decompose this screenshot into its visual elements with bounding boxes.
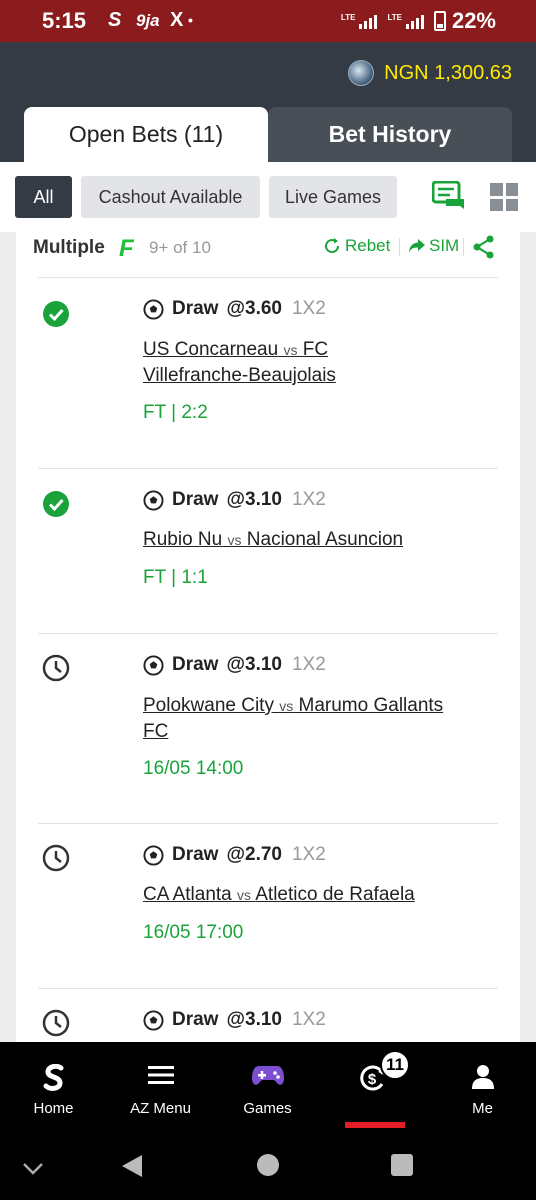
match-kickoff: 16/05 17:00 [143,922,244,943]
forward-arrow-icon [409,239,425,253]
away-team: Marumo Gallants [298,695,444,716]
bet-tabs: Open Bets (11) Bet History [24,107,512,162]
home-team: Polokwane City [143,695,274,716]
check-circle-icon [43,301,69,327]
football-icon [143,844,164,866]
market-label: 1X2 [291,1009,326,1030]
match-teams[interactable]: CA Atlanta vs Atletico de Rafaela [143,882,493,908]
filter-all[interactable]: All [15,176,72,218]
nav-az-menu-label: AZ Menu [130,1100,191,1117]
status-bar: 5:15 S 9ja X • LTE LTE 22% [0,0,536,42]
nav-games-label: Games [243,1100,292,1117]
balance-text: NGN 1,300.63 [384,61,512,84]
status-time: 5:15 [42,8,87,33]
market-label: 1X2 [291,844,326,865]
football-icon [143,489,164,511]
battery-icon [433,11,446,31]
market-label: 1X2 [291,298,326,319]
sportybet-notification-icon: S [108,9,122,31]
away-team: Atletico de Rafaela [255,884,415,905]
x-notification-icon: X [170,9,184,31]
home-circle-icon[interactable] [256,1153,280,1177]
filter-bar: All Cashout Available Live Games [0,162,536,232]
market-label: 1X2 [291,489,326,510]
football-icon [143,298,164,320]
menu-icon [147,1066,174,1084]
system-nav-bar [0,1135,536,1200]
pick-label: Draw [172,1009,219,1030]
match-result: FT | 1:1 [143,567,208,588]
away-team-cont: FC [143,721,169,742]
filter-live-games[interactable]: Live Games [269,176,397,218]
clock-icon [42,844,70,872]
pick-label: Draw [172,654,219,675]
away-team: Nacional Asuncion [246,529,404,550]
header: NGN 1,300.63 Open Bets (11) Bet History [0,42,536,162]
naija-notification-icon: 9ja [136,11,160,30]
bet-card-header: Multiple F 9+ of 10 Rebet SIM [16,232,520,276]
svg-text:$: $ [368,1071,377,1088]
signal-icon: LTE [341,13,378,29]
nav-home[interactable]: Home [0,1042,107,1135]
home-team: CA Atlanta [143,884,232,905]
avatar[interactable] [348,60,375,86]
sim-label: SIM [429,236,460,255]
clock-icon [42,654,70,682]
chat-icon[interactable] [432,181,466,211]
match-teams[interactable]: US Concarneau vs FC Villefranche-Beaujol… [143,337,493,388]
check-circle-icon [43,491,69,517]
pick-odds: @3.10 [226,654,282,675]
open-bets-count-badge: 11 [380,1050,410,1080]
grid-view-icon[interactable] [490,183,518,211]
share-icon[interactable] [472,234,496,260]
pick-odds: @3.60 [226,298,282,319]
pick-odds: @2.70 [226,844,282,865]
rebet-label: Rebet [345,236,391,255]
nav-me[interactable]: Me [429,1042,536,1135]
match-teams[interactable]: Rubio Nu vs Nacional Asuncion [143,527,493,553]
gamepad-icon [251,1066,284,1085]
rebet-button[interactable]: Rebet [323,236,390,256]
bet-card: Multiple F 9+ of 10 Rebet SIM Draw @3.60… [16,232,520,1042]
account-balance[interactable]: NGN 1,300.63 [348,60,512,86]
pick-label: Draw [172,844,219,865]
recents-square-icon[interactable] [390,1153,414,1177]
sportybet-logo-icon [43,1064,63,1091]
bottom-nav: Home AZ Menu Games $ 11 Me [0,1042,536,1135]
person-icon [471,1065,494,1089]
tab-bet-history[interactable]: Bet History [268,107,512,162]
football-icon [143,654,164,676]
match-teams[interactable]: Polokwane City vs Marumo Gallants FC [143,693,493,744]
football-icon [143,1009,164,1031]
home-team: Rubio Nu [143,529,223,550]
bet-type: Multiple [33,237,105,258]
nav-games[interactable]: Games [214,1042,321,1135]
chevron-down-icon[interactable] [22,1162,44,1176]
clock-icon [42,1009,70,1037]
tab-open-bets[interactable]: Open Bets (11) [24,107,268,162]
nav-me-label: Me [472,1100,493,1117]
active-tab-indicator [345,1122,405,1128]
flexibet-icon: F [119,235,134,262]
away-team: FC [302,339,329,360]
away-team-cont: Villefranche-Beaujolais [143,365,336,386]
market-label: 1X2 [291,654,326,675]
home-team: US Concarneau [143,339,279,360]
back-icon[interactable] [120,1153,144,1179]
pick-label: Draw [172,489,219,510]
pick-odds: @3.10 [226,1009,282,1030]
sim-button[interactable]: SIM [408,236,459,256]
filter-cashout-available[interactable]: Cashout Available [81,176,260,218]
pick-label: Draw [172,298,219,319]
flexi-count: 9+ of 10 [149,238,211,257]
pick-odds: @3.10 [226,489,282,510]
match-kickoff: 16/05 14:00 [143,758,244,779]
more-notifications-icon: • [188,12,193,28]
nav-az-menu[interactable]: AZ Menu [107,1042,214,1135]
battery-percent: 22% [451,8,496,33]
signal-icon-2: LTE [387,13,424,29]
match-result: FT | 2:2 [143,402,208,423]
refresh-icon [325,238,340,254]
nav-home-label: Home [33,1100,74,1117]
